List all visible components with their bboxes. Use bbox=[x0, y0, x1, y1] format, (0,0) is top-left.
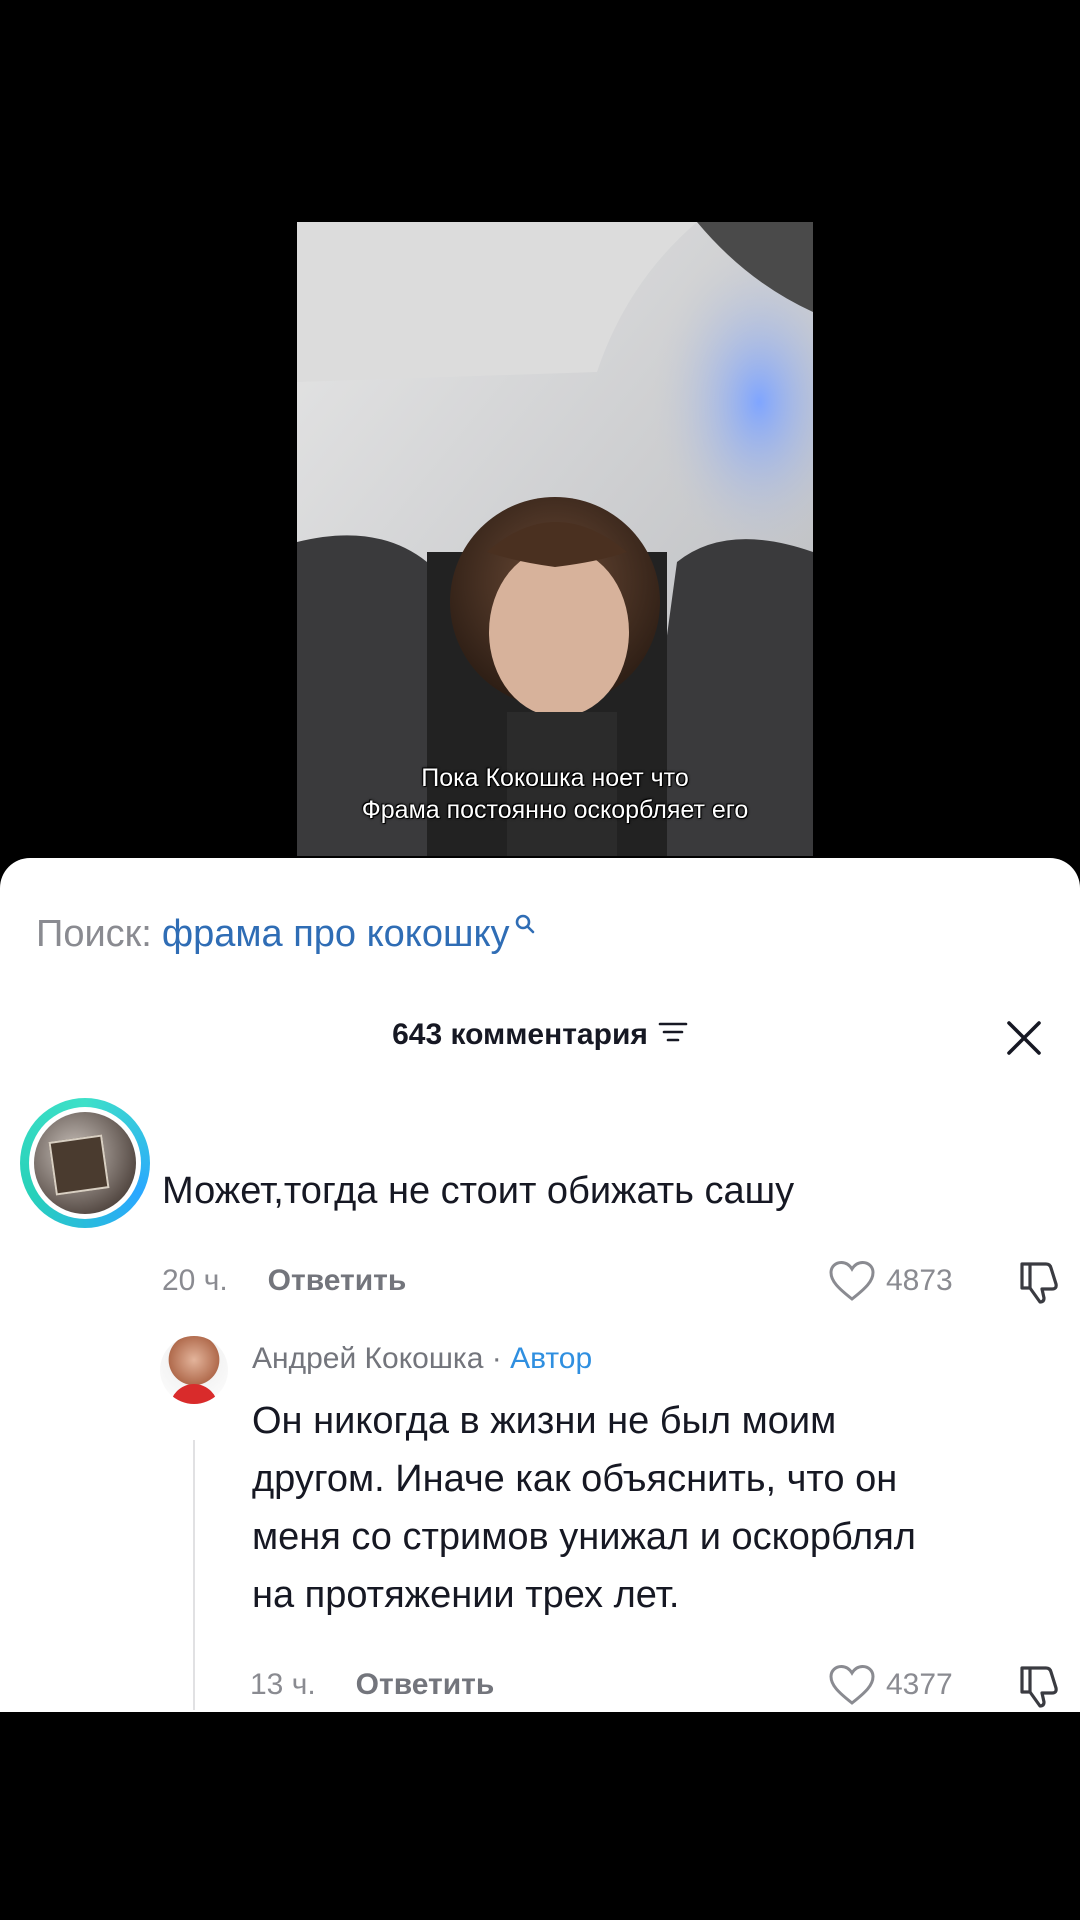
reply-dislike-button[interactable] bbox=[1016, 1664, 1062, 1712]
like-count: 4873 bbox=[886, 1264, 953, 1297]
comment-count-label: 643 комментария bbox=[392, 1018, 648, 1051]
reply-text-line-1: Он никогда в жизни не был моим bbox=[252, 1400, 837, 1442]
comment-text: Может,тогда не стоит обижать сашу bbox=[162, 1170, 795, 1212]
reply-like-count: 4377 bbox=[886, 1668, 953, 1701]
reply-like-button[interactable]: 4377 bbox=[828, 1662, 953, 1708]
caption-line-1: Пока Кокошка ноет что bbox=[421, 764, 689, 792]
reply-header: Андрей Кокошка · Автор bbox=[252, 1342, 592, 1376]
reply-avatar[interactable] bbox=[160, 1336, 228, 1404]
search-query-link[interactable]: фрама про кокошку bbox=[162, 913, 510, 956]
reply-time: 13 ч. bbox=[250, 1668, 316, 1701]
heart-icon bbox=[829, 1664, 875, 1705]
search-icon bbox=[514, 902, 536, 945]
sort-icon[interactable] bbox=[658, 1018, 688, 1052]
reply-author-name[interactable]: Андрей Кокошка bbox=[252, 1342, 483, 1375]
comment-meta: 20 ч. Ответить bbox=[162, 1258, 406, 1304]
reply-text: Он никогда в жизни не был моим другом. И… bbox=[252, 1392, 1052, 1624]
comments-sheet: Поиск: фрама про кокошку 643 комментария… bbox=[0, 858, 1080, 1712]
avatar-photo bbox=[34, 1112, 136, 1214]
reply-text-line-4: на протяжении трех лет. bbox=[252, 1574, 680, 1616]
thumbs-down-icon bbox=[1020, 1666, 1058, 1708]
reply-text-line-2: другом. Иначе как объяснить, что он bbox=[252, 1458, 898, 1500]
comments-header: 643 комментария bbox=[0, 1008, 1080, 1068]
like-button[interactable]: 4873 bbox=[828, 1258, 953, 1304]
reply-reply-button[interactable]: Ответить bbox=[356, 1668, 495, 1702]
heart-icon bbox=[829, 1260, 875, 1301]
thumbs-down-icon bbox=[1020, 1262, 1058, 1304]
close-icon bbox=[1007, 1021, 1041, 1055]
search-label: Поиск: bbox=[36, 912, 152, 955]
search-suggestion[interactable]: Поиск: фрама про кокошку bbox=[36, 906, 536, 962]
thread-line bbox=[193, 1440, 195, 1710]
comment-time: 20 ч. bbox=[162, 1264, 228, 1297]
dislike-button[interactable] bbox=[1016, 1260, 1062, 1309]
video-frame-image bbox=[297, 222, 813, 856]
close-button[interactable] bbox=[994, 1008, 1054, 1068]
reply-button[interactable]: Ответить bbox=[268, 1264, 407, 1298]
caption-line-2: Фрама постоянно оскорбляет его bbox=[361, 796, 749, 824]
reply-meta: 13 ч. Ответить bbox=[250, 1662, 494, 1708]
reply-text-line-3: меня со стримов унижал и оскорблял bbox=[252, 1516, 916, 1558]
video-caption: Пока Кокошка ноет что Фрама постоянно ос… bbox=[297, 762, 813, 826]
avatar[interactable] bbox=[20, 1098, 150, 1228]
separator-dot: · bbox=[491, 1342, 502, 1375]
author-badge: Автор bbox=[510, 1342, 593, 1375]
video-player[interactable]: Пока Кокошка ноет что Фрама постоянно ос… bbox=[297, 222, 813, 856]
